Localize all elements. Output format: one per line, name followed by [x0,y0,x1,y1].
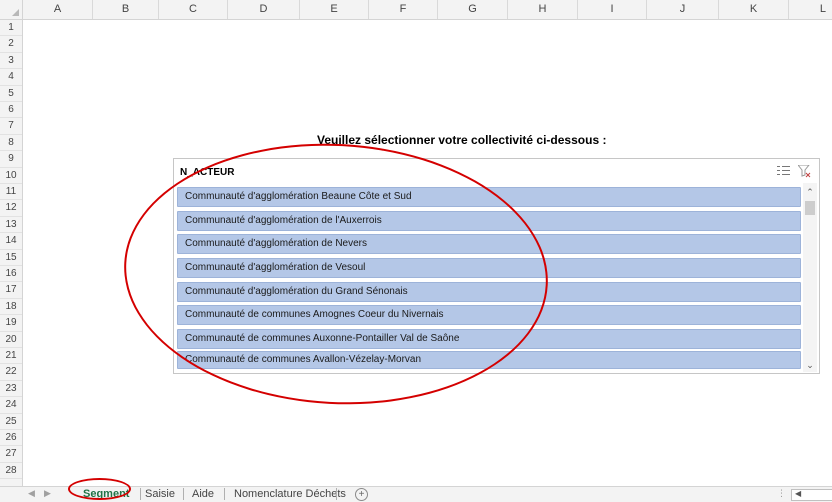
column-header-j[interactable]: J [647,0,719,19]
row-header-17[interactable]: 17 [0,282,22,299]
row-header-24[interactable]: 24 [0,397,22,414]
row-header-6[interactable]: 6 [0,102,22,119]
slicer-panel[interactable]: N_ACTEUR Communauté d'agglomération Beau… [173,158,820,374]
column-header-h[interactable]: H [508,0,578,19]
column-header-k[interactable]: K [719,0,789,19]
add-sheet-icon[interactable]: + [355,488,368,501]
next-sheet-icon[interactable]: ▶ [44,488,51,499]
row-header-19[interactable]: 19 [0,315,22,332]
row-header-26[interactable]: 26 [0,430,22,447]
slicer-item[interactable]: Communauté de communes Auxonne-Pontaille… [177,329,801,349]
sheet-tab-bar: ◀ ▶ Segment Saisie Aide Nomenclature Déc… [0,486,832,502]
row-header-27[interactable]: 27 [0,446,22,463]
slicer-item[interactable]: Communauté de communes Avallon-Vézelay-M… [177,351,801,369]
row-header-12[interactable]: 12 [0,200,22,217]
sheet-tab-aide[interactable]: Aide [192,487,214,501]
slicer-title: N_ACTEUR [180,167,235,178]
column-header-d[interactable]: D [228,0,300,19]
row-header-bar: 1 2 3 4 5 6 7 8 9 10 11 12 13 14 15 16 17 18 19 20 21 22 23 24 2… [0,20,23,486]
select-all-triangle-icon [12,9,19,16]
slicer-item[interactable]: Communauté d'agglomération de l'Auxerroi… [177,211,801,231]
tab-divider [140,488,141,500]
row-header-22[interactable]: 22 [0,364,22,381]
column-header-f[interactable]: F [369,0,438,19]
column-header-a[interactable]: A [23,0,93,19]
row-header-3[interactable]: 3 [0,53,22,70]
row-header-23[interactable]: 23 [0,381,22,398]
tab-divider [224,488,225,500]
multi-select-icon[interactable] [777,165,790,177]
column-header-b[interactable]: B [93,0,159,19]
row-header-13[interactable]: 13 [0,217,22,234]
horizontal-scroll-track[interactable]: ◀ [791,489,832,501]
column-header-bar: A B C D E F G H I J K L [0,0,832,20]
row-header-14[interactable]: 14 [0,233,22,250]
selection-prompt: Veuillez sélectionner votre collectivité… [317,133,607,147]
sheet-tab-saisie[interactable]: Saisie [145,487,175,501]
row-header-11[interactable]: 11 [0,184,22,201]
row-header-2[interactable]: 2 [0,36,22,53]
clear-filter-icon[interactable] [798,165,811,178]
scroll-left-icon[interactable]: ◀ [795,489,801,498]
sheet-tab-segment[interactable]: Segment [83,487,129,501]
sheet-tab-nomenclature-dechets[interactable]: Nomenclature Déchets [234,487,346,501]
row-header-9[interactable]: 9 [0,151,22,168]
slicer-item[interactable]: Communauté d'agglomération Beaune Côte e… [177,187,801,207]
slicer-item[interactable]: Communauté d'agglomération du Grand Séno… [177,282,801,302]
column-header-l[interactable]: L [789,0,832,19]
row-header-4[interactable]: 4 [0,69,22,86]
row-header-15[interactable]: 15 [0,250,22,266]
row-header-8[interactable]: 8 [0,135,22,152]
slicer-item[interactable]: Communauté de communes Amognes Coeur du … [177,305,801,325]
row-header-28[interactable]: 28 [0,463,22,480]
column-header-i[interactable]: I [578,0,647,19]
scroll-up-icon[interactable]: ⌃ [803,185,817,199]
row-header-25[interactable]: 25 [0,414,22,430]
select-all-corner[interactable] [0,0,23,19]
scroll-thumb[interactable] [805,201,815,215]
slicer-item[interactable]: Communauté d'agglomération de Vesoul [177,258,801,278]
horizontal-scrollbar[interactable]: ⋮ ◀ [777,488,832,501]
row-header-21[interactable]: 21 [0,348,22,365]
slicer-item[interactable]: Communauté d'agglomération de Nevers [177,234,801,254]
slicer-header: N_ACTEUR [174,159,819,183]
scroll-split-icon[interactable]: ⋮ [777,488,786,499]
row-header-1[interactable]: 1 [0,20,22,37]
slicer-scrollbar[interactable]: ⌃ ⌄ [803,183,817,372]
column-header-c[interactable]: C [159,0,228,19]
row-header-5[interactable]: 5 [0,86,22,102]
tab-divider [336,488,337,500]
tab-divider [183,488,184,500]
column-header-e[interactable]: E [300,0,369,19]
column-header-g[interactable]: G [438,0,508,19]
prev-sheet-icon[interactable]: ◀ [28,488,35,499]
scroll-down-icon[interactable]: ⌄ [803,358,817,372]
row-header-18[interactable]: 18 [0,299,22,316]
row-header-20[interactable]: 20 [0,332,22,348]
row-header-7[interactable]: 7 [0,118,22,135]
row-header-16[interactable]: 16 [0,266,22,283]
row-header-10[interactable]: 10 [0,168,22,184]
